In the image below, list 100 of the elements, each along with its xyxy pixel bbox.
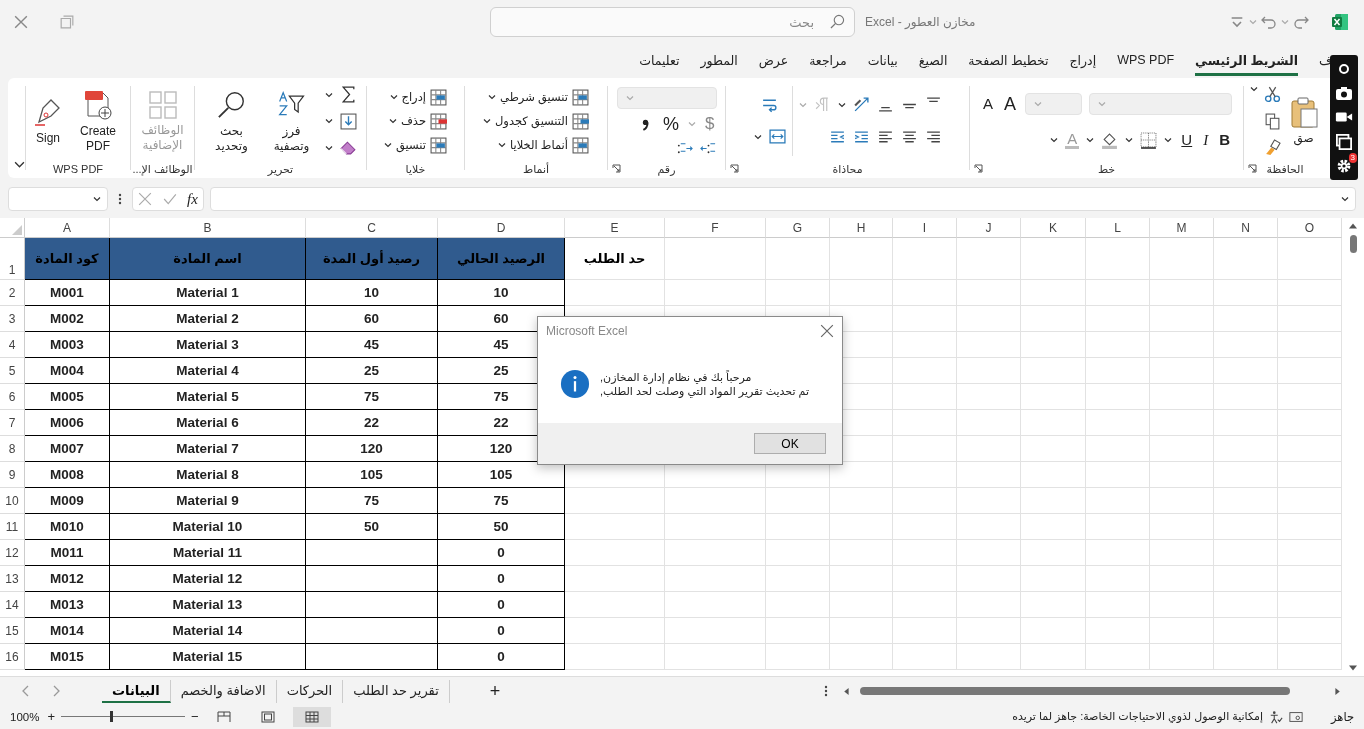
settings-icon[interactable]	[1335, 157, 1353, 174]
row-header[interactable]: 13	[0, 566, 25, 592]
check-icon[interactable]	[162, 192, 177, 206]
caret-icon[interactable]	[1164, 137, 1173, 143]
sheet-tab[interactable]: تقرير حد الطلب	[343, 679, 450, 703]
dialog-launcher-icon[interactable]	[974, 164, 983, 173]
add-sheet-button[interactable]: +	[489, 680, 501, 702]
text-orientation-icon[interactable]	[852, 96, 870, 113]
conditional-format-icon[interactable]	[572, 88, 589, 106]
copy-icon[interactable]	[1263, 112, 1281, 130]
caret-icon[interactable]	[93, 196, 101, 202]
paint-bucket-icon[interactable]	[1101, 131, 1119, 149]
number-format-field[interactable]	[616, 86, 717, 109]
italic-button[interactable]: I	[1201, 131, 1211, 149]
column-header[interactable]: M	[1150, 218, 1214, 238]
accessibility-icon[interactable]	[1268, 709, 1283, 724]
scroll-down-icon[interactable]	[1349, 665, 1357, 672]
caret-icon[interactable]	[1249, 86, 1258, 92]
zoom-out-button[interactable]: −	[191, 709, 199, 724]
percent-format-button[interactable]: %	[661, 114, 682, 133]
paste-button[interactable]: صق	[1286, 96, 1321, 146]
cells-menu-button[interactable]: حذف	[400, 114, 426, 128]
caret-icon[interactable]	[1086, 137, 1095, 143]
merge-cells-icon[interactable]	[768, 128, 786, 145]
insert-cells-icon[interactable]	[430, 88, 447, 106]
sheet-tab[interactable]: الاضافة والخصم	[170, 679, 277, 703]
row-header[interactable]: 12	[0, 540, 25, 566]
scroll-right-icon[interactable]	[1334, 687, 1342, 695]
formula-field[interactable]	[210, 187, 1356, 211]
zoom-level[interactable]: 100%	[10, 710, 40, 723]
currency-format-button[interactable]: $	[703, 114, 717, 133]
scroll-left-icon[interactable]	[842, 687, 850, 695]
row-header[interactable]: 5	[0, 358, 25, 384]
table-format-icon[interactable]	[572, 112, 589, 130]
column-header[interactable]: F	[665, 218, 766, 238]
ribbon-tab[interactable]: المطور	[700, 46, 738, 76]
ribbon-tab[interactable]: تعليمات	[639, 46, 680, 76]
caret-icon[interactable]	[324, 91, 333, 98]
display-settings-icon[interactable]	[1288, 709, 1303, 724]
caret-icon[interactable]	[1125, 137, 1134, 143]
format-cells-icon[interactable]	[430, 136, 447, 154]
column-header[interactable]: L	[1086, 218, 1150, 238]
sign-button[interactable]: Sign	[31, 96, 65, 146]
row-header[interactable]: 11	[0, 514, 25, 540]
row-header[interactable]: 9	[0, 462, 25, 488]
brush-icon[interactable]	[1263, 139, 1281, 156]
ribbon-tab[interactable]: الشريط الرئيسي	[1195, 46, 1299, 76]
insert-function-button[interactable]: fx	[186, 190, 198, 208]
ribbon-tab[interactable]: عرض	[758, 46, 789, 76]
caret-icon[interactable]	[1050, 137, 1059, 143]
caret-icon[interactable]	[483, 118, 491, 124]
scissors-icon[interactable]	[1263, 86, 1281, 103]
accessibility-status[interactable]: إمكانية الوصول لذوي الاحتياجات الخاصة: جاهز لما تريده	[1012, 710, 1263, 723]
caret-icon[interactable]	[384, 142, 392, 148]
caret-icon[interactable]	[837, 101, 846, 108]
close-icon[interactable]	[820, 324, 834, 338]
more-options-icon[interactable]	[824, 684, 828, 698]
row-header[interactable]: 15	[0, 618, 25, 644]
row-header[interactable]: 14	[0, 592, 25, 618]
bold-button[interactable]: B	[1217, 131, 1232, 149]
row-header[interactable]: 7	[0, 410, 25, 436]
create-pdf-button[interactable]: Create PDF	[71, 88, 125, 154]
sum-icon[interactable]	[339, 86, 357, 103]
ribbon-tab[interactable]: WPS PDF	[1117, 47, 1175, 75]
row-header[interactable]: 6	[0, 384, 25, 410]
more-options-icon[interactable]	[118, 192, 122, 206]
cells-menu-button[interactable]: إدراج	[401, 90, 426, 104]
caret-icon[interactable]	[324, 118, 333, 124]
ribbon-tab[interactable]: الصيغ	[918, 46, 948, 76]
scrollbar-thumb[interactable]	[860, 687, 1290, 695]
styles-menu-button[interactable]: التنسيق كجدول	[495, 114, 568, 128]
caret-icon[interactable]	[753, 133, 762, 140]
increase-font-size-button[interactable]: A	[1002, 95, 1018, 113]
caret-icon[interactable]	[497, 142, 506, 148]
ribbon-tab[interactable]: مراجعة	[809, 46, 847, 76]
column-header[interactable]: J	[957, 218, 1021, 238]
ribbon-tab[interactable]: تخطيط الصفحة	[968, 46, 1049, 76]
search-field[interactable]: بحث	[490, 7, 855, 37]
find-select-button[interactable]: بحث وتحديد	[204, 88, 259, 154]
fill-down-icon[interactable]	[339, 112, 357, 130]
caret-icon[interactable]	[389, 94, 398, 100]
scrollbar-thumb[interactable]	[1349, 235, 1357, 253]
borders-icon[interactable]	[1140, 131, 1158, 149]
zoom-in-button[interactable]: +	[47, 709, 55, 724]
windows-icon[interactable]	[1335, 133, 1353, 150]
cells-menu-button[interactable]: تنسيق	[396, 138, 426, 152]
ribbon-tab[interactable]: بيانات	[867, 46, 898, 76]
styles-menu-button[interactable]: أنماط الخلايا	[509, 138, 568, 152]
column-header[interactable]: H	[830, 218, 893, 238]
ribbon-tab[interactable]: إدراج	[1069, 46, 1097, 76]
normal-view-button[interactable]	[292, 706, 331, 727]
row-header[interactable]: 10	[0, 488, 25, 514]
scroll-up-icon[interactable]	[1349, 222, 1357, 229]
ok-button[interactable]: OK	[754, 433, 826, 454]
column-header[interactable]: G	[766, 218, 830, 238]
redo-icon[interactable]	[1293, 14, 1309, 30]
row-header[interactable]: 4	[0, 332, 25, 358]
row-header[interactable]: 16	[0, 644, 25, 670]
decrease-font-size-button[interactable]: A	[981, 95, 995, 113]
cell-styles-icon[interactable]	[572, 136, 589, 154]
